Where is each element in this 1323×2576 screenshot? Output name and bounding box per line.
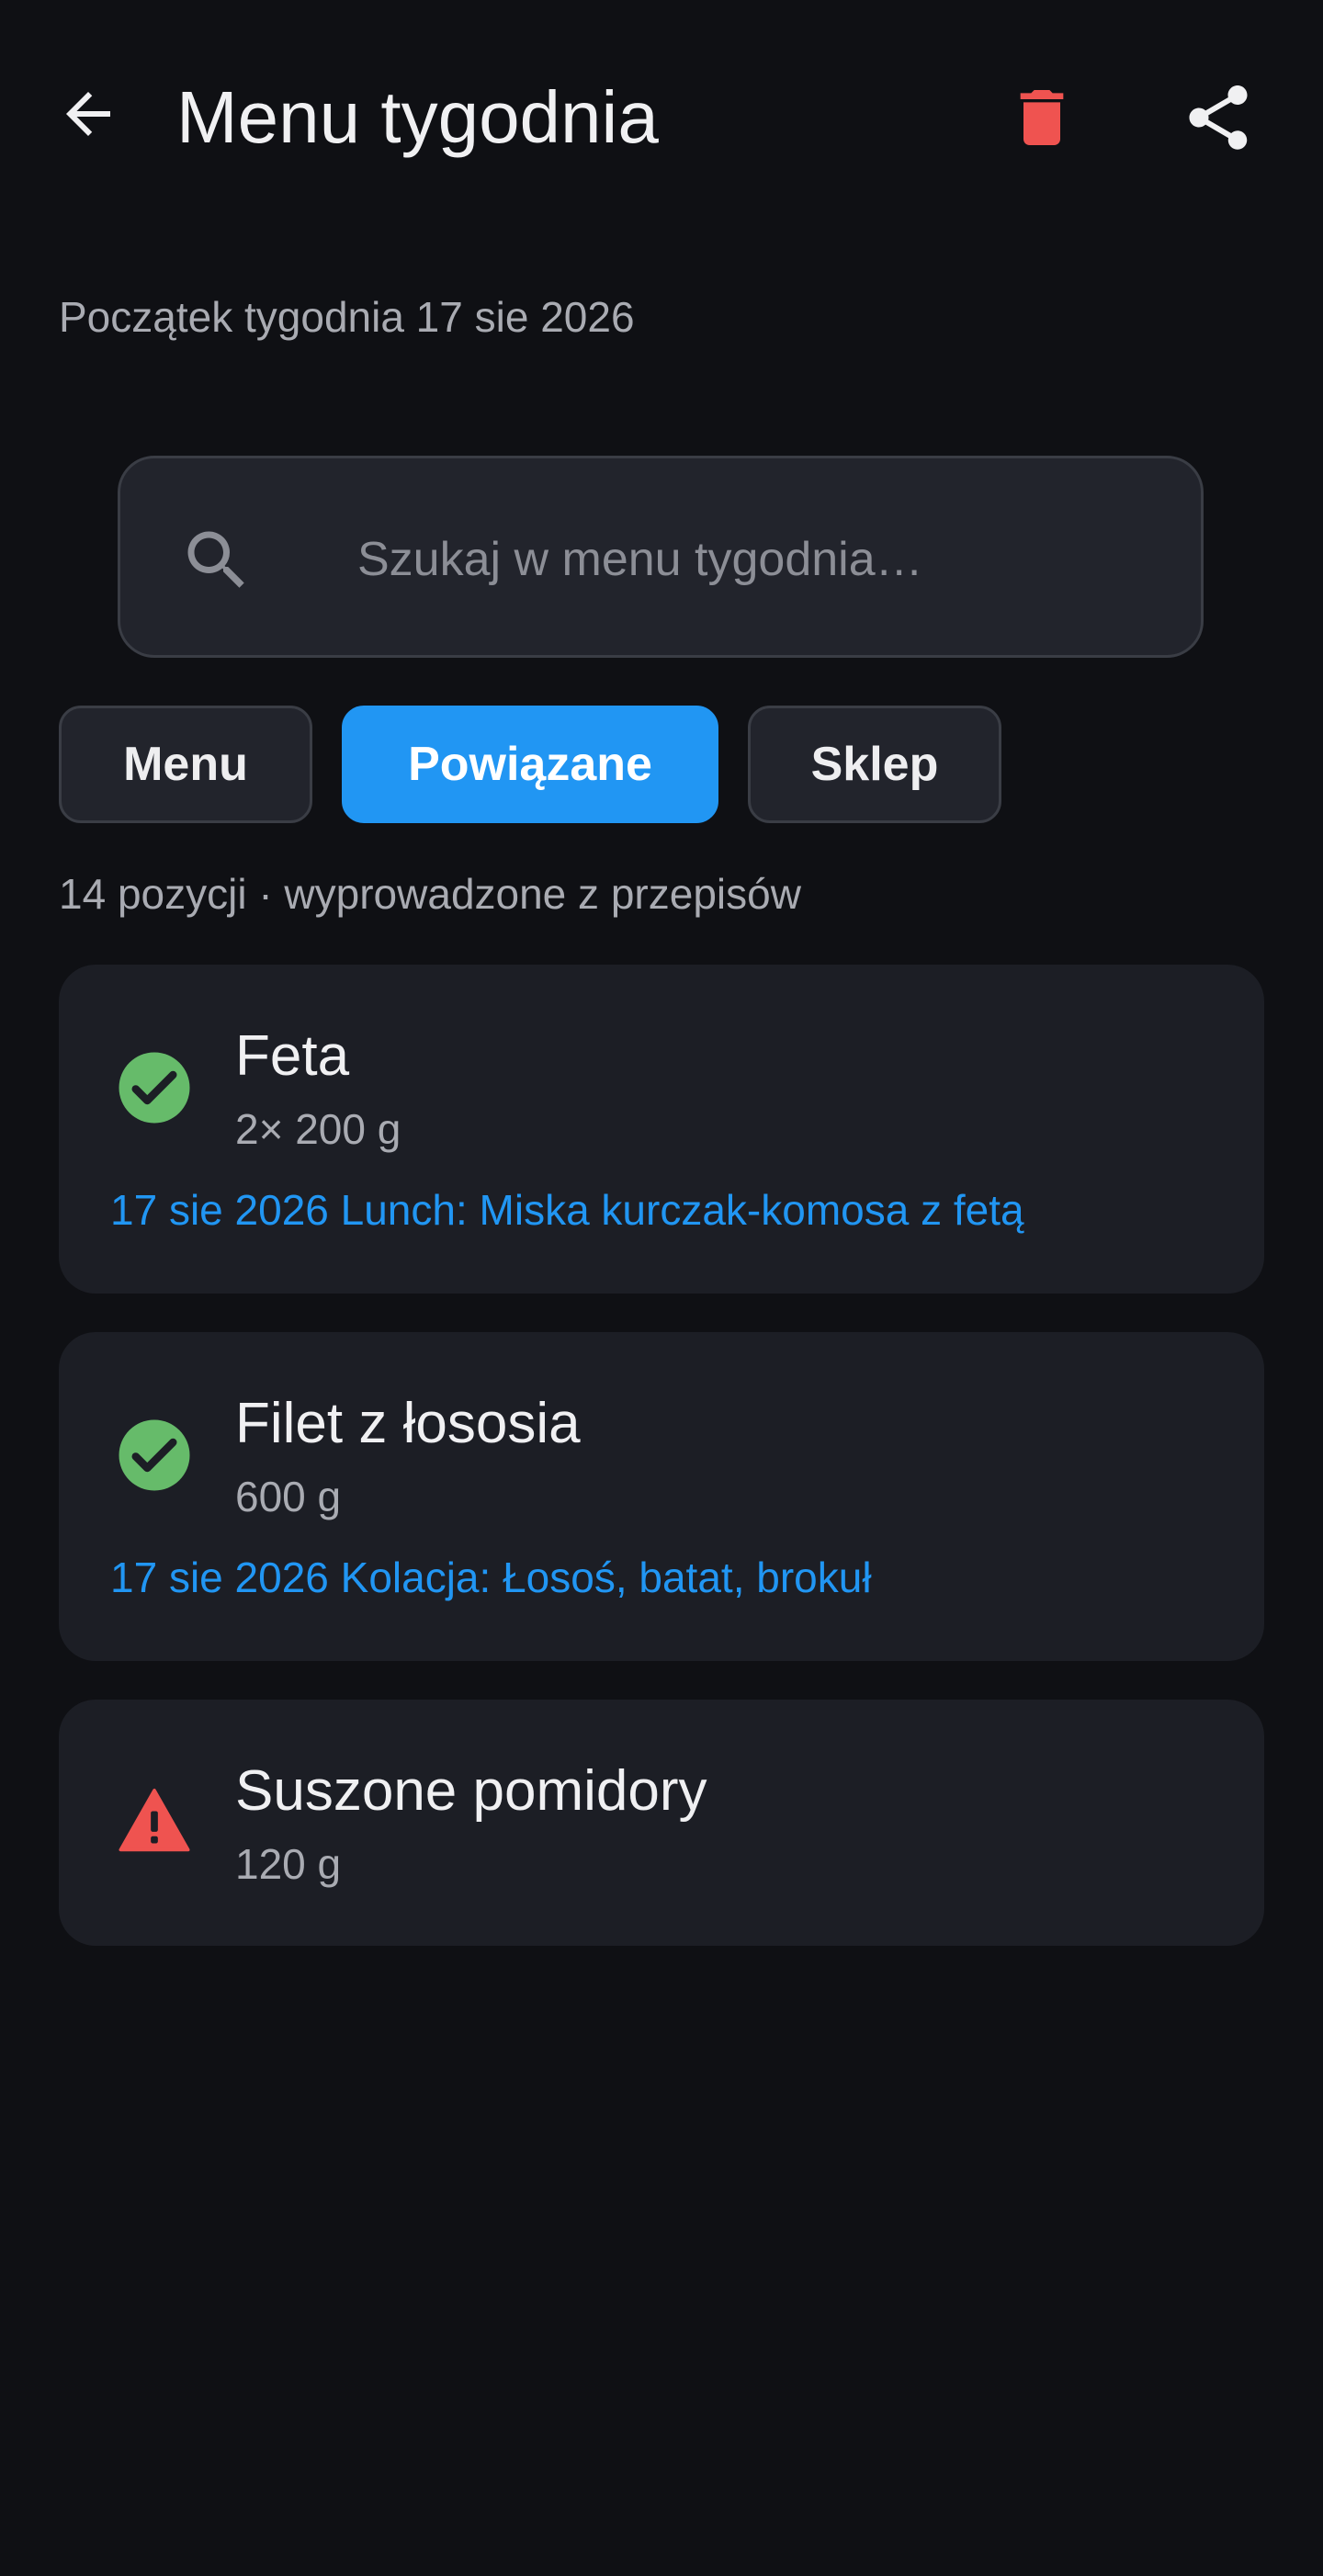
warning-triangle-icon	[116, 1782, 193, 1859]
item-name: Suszone pomidory	[235, 1759, 707, 1823]
list-item[interactable]: Suszone pomidory 120 g	[59, 1700, 1264, 1946]
top-app-bar: Menu tygodnia	[0, 0, 1323, 235]
search-input[interactable]	[357, 514, 1148, 605]
check-circle-icon	[116, 1049, 193, 1126]
weekly-menu-screen: Menu tygodnia Początek tygodnia 17 sie 2…	[0, 0, 1323, 2576]
list-item[interactable]: Filet z łososia 600 g 17 sie 2026 Kolacj…	[59, 1332, 1264, 1661]
recipe-link[interactable]: 17 sie 2026 Lunch: Miska kurczak-komosa …	[110, 1185, 1024, 1235]
page-title: Menu tygodnia	[176, 76, 659, 158]
item-quantity: 120 g	[235, 1840, 342, 1888]
week-start-label: Początek tygodnia 17 sie 2026	[59, 293, 635, 341]
tab-related[interactable]: Powiązane	[342, 706, 718, 823]
recipe-link[interactable]: 17 sie 2026 Kolacja: Łosoś, batat, broku…	[110, 1553, 872, 1602]
item-name: Filet z łososia	[235, 1392, 581, 1455]
check-circle-icon	[116, 1417, 193, 1494]
delete-button[interactable]	[998, 73, 1086, 162]
search-box[interactable]	[118, 456, 1204, 658]
share-icon	[1189, 85, 1248, 150]
items-summary: 14 pozycji · wyprowadzone z przepisów	[59, 870, 801, 918]
trash-icon	[1020, 90, 1064, 145]
arrow-left-icon	[66, 92, 110, 136]
search-icon	[175, 519, 258, 602]
tab-shop[interactable]: Sklep	[748, 706, 1001, 823]
back-button[interactable]	[44, 70, 132, 158]
list-item[interactable]: Feta 2× 200 g 17 sie 2026 Lunch: Miska k…	[59, 965, 1264, 1294]
share-button[interactable]	[1174, 73, 1262, 162]
item-name: Feta	[235, 1024, 350, 1088]
item-quantity: 2× 200 g	[235, 1105, 401, 1153]
tab-menu[interactable]: Menu	[59, 706, 312, 823]
item-quantity: 600 g	[235, 1473, 342, 1520]
